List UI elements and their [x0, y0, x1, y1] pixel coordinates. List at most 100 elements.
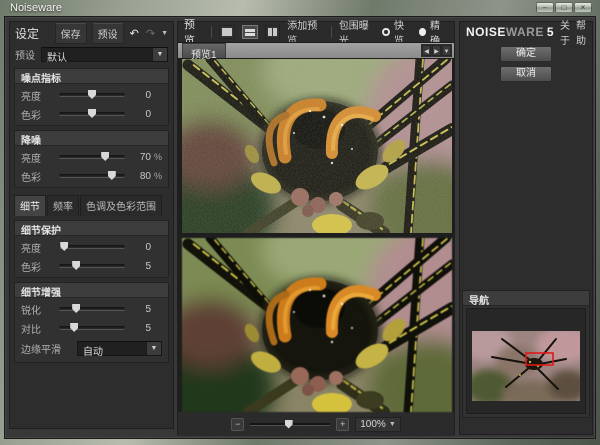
noise-level-group: 噪点指标 亮度 0 色彩 0: [14, 68, 169, 126]
slider-label: 亮度: [21, 240, 53, 255]
radio-dot-icon: [419, 28, 426, 36]
slider-label: 色彩: [21, 107, 53, 122]
edge-smoothing-label: 边缘平滑: [21, 341, 71, 356]
slider-row: 色彩 0: [15, 106, 168, 122]
tab-frequency[interactable]: 频率: [47, 195, 79, 216]
slider-thumb[interactable]: [72, 261, 80, 270]
preview-tab-1[interactable]: 预览1: [182, 43, 226, 58]
luminance-reduction-slider[interactable]: [59, 155, 125, 159]
ok-button[interactable]: 确定: [500, 46, 552, 62]
single-view-button[interactable]: [219, 25, 235, 39]
window-title: Noiseware: [10, 2, 62, 14]
color-level-slider[interactable]: [59, 112, 125, 116]
slider-thumb[interactable]: [108, 171, 116, 180]
chevron-down-icon[interactable]: ▼: [146, 342, 161, 355]
toolbar-separator: [331, 26, 332, 38]
horizontal-split-view-button[interactable]: [242, 25, 258, 39]
contrast-slider[interactable]: [59, 326, 125, 330]
sharpening-slider[interactable]: [59, 307, 125, 311]
tab-detail[interactable]: 细节: [14, 195, 46, 216]
settings-menu-chevron-icon[interactable]: ▼: [161, 30, 168, 37]
maximize-button[interactable]: □: [555, 2, 573, 13]
preset-label: 预设: [15, 47, 35, 62]
edge-smoothing-combobox[interactable]: 自动 ▼: [77, 341, 162, 356]
color-reduction-slider[interactable]: [59, 174, 125, 178]
protection-luminance-slider[interactable]: [59, 245, 125, 249]
preset-row: 预设 默认 ▼: [10, 44, 173, 64]
tab-tonal-color-range[interactable]: 色调及色彩范围: [80, 195, 162, 216]
tab-next-arrow-icon[interactable]: ▶: [432, 45, 441, 56]
slider-thumb[interactable]: [88, 109, 96, 118]
preset-button[interactable]: 预设: [92, 23, 124, 44]
detail-tabs: 细节 频率 色调及色彩范围: [14, 195, 169, 216]
slider-thumb[interactable]: [101, 152, 109, 161]
zoom-level-select[interactable]: 100% ▼: [355, 417, 401, 432]
edge-smoothing-row: 边缘平滑 自动 ▼: [15, 339, 168, 357]
slider-row: 锐化 5: [15, 301, 168, 317]
preview-viewport: [178, 59, 454, 412]
slider-value: 5: [131, 261, 151, 272]
filtered-preview-image[interactable]: [182, 238, 452, 412]
chevron-down-icon[interactable]: ▼: [152, 48, 167, 61]
group-title: 噪点指标: [15, 69, 168, 84]
noise-reduction-group: 降噪 亮度 70 % 色彩 80 %: [14, 130, 169, 188]
group-title: 细节保护: [15, 221, 168, 236]
chevron-down-icon: ▼: [389, 421, 396, 428]
noiseware-logo: NOISEWARE5: [466, 25, 554, 39]
group-title: 细节增强: [15, 283, 168, 298]
group-title: 降噪: [15, 131, 168, 146]
brand-header: NOISEWARE5 关于 帮助: [460, 22, 592, 42]
settings-header: 设定 保存 预设 ↶ ↷ ▼: [10, 22, 173, 44]
slider-thumb[interactable]: [88, 90, 96, 99]
undo-icon[interactable]: ↶: [129, 27, 140, 40]
save-button[interactable]: 保存: [55, 23, 87, 44]
slider-unit: %: [151, 152, 162, 162]
navigator-body: [466, 308, 586, 414]
slider-thumb[interactable]: [70, 323, 78, 332]
zoom-out-button[interactable]: −: [231, 418, 244, 431]
protection-color-slider[interactable]: [59, 264, 125, 268]
zoom-slider[interactable]: [250, 423, 330, 426]
detail-enhancement-group: 细节增强 锐化 5 对比 5: [14, 282, 169, 363]
help-link[interactable]: 帮助: [576, 17, 586, 47]
slider-label: 亮度: [21, 88, 53, 103]
settings-panel: 设定 保存 预设 ↶ ↷ ▼ 预设 默认 ▼ 噪点指标 亮度: [9, 21, 174, 429]
preview-panel: 预览 添加预览 包围曝光 快览 精确 预览1: [177, 21, 455, 435]
about-link[interactable]: 关于: [560, 17, 570, 47]
navigator-thumbnail[interactable]: [472, 331, 580, 401]
slider-value: 70: [131, 152, 151, 163]
vertical-split-icon: [268, 28, 277, 36]
slider-thumb[interactable]: [72, 304, 80, 313]
preview-tab-strip: 预览1 ◀ ▶ ▼: [178, 42, 454, 59]
zoom-in-button[interactable]: +: [336, 418, 349, 431]
tab-menu-chevron-icon[interactable]: ▼: [442, 45, 451, 56]
cancel-button[interactable]: 取消: [500, 66, 552, 82]
single-pane-icon: [222, 28, 232, 36]
settings-title: 设定: [15, 25, 50, 42]
zoom-level-value: 100%: [360, 419, 386, 430]
vertical-split-view-button[interactable]: [265, 25, 281, 39]
preview-toolbar: 预览 添加预览 包围曝光 快览 精确: [178, 22, 454, 42]
navigator-title: 导航: [463, 291, 589, 306]
preset-value: 默认: [42, 48, 152, 61]
slider-value: 0: [131, 90, 151, 101]
title-bar[interactable]: Noiseware – □ ×: [0, 0, 600, 16]
slider-label: 色彩: [21, 169, 53, 184]
zoom-bar: − + 100% ▼: [178, 412, 454, 436]
luminance-level-slider[interactable]: [59, 93, 125, 97]
close-button[interactable]: ×: [574, 2, 592, 13]
client-area: 设定 保存 预设 ↶ ↷ ▼ 预设 默认 ▼ 噪点指标 亮度: [4, 16, 596, 439]
horizontal-split-icon: [245, 29, 255, 36]
slider-value: 5: [131, 304, 151, 315]
minimize-button[interactable]: –: [536, 2, 554, 13]
radio-ring-icon: [382, 28, 390, 36]
slider-value: 80: [131, 171, 151, 182]
slider-label: 对比: [21, 321, 53, 336]
zoom-slider-thumb[interactable]: [285, 420, 293, 429]
slider-thumb[interactable]: [60, 242, 68, 251]
tab-prev-arrow-icon[interactable]: ◀: [422, 45, 431, 56]
slider-label: 色彩: [21, 259, 53, 274]
preset-combobox[interactable]: 默认 ▼: [41, 47, 168, 62]
original-preview-image[interactable]: [182, 59, 452, 233]
redo-icon[interactable]: ↷: [145, 27, 156, 40]
